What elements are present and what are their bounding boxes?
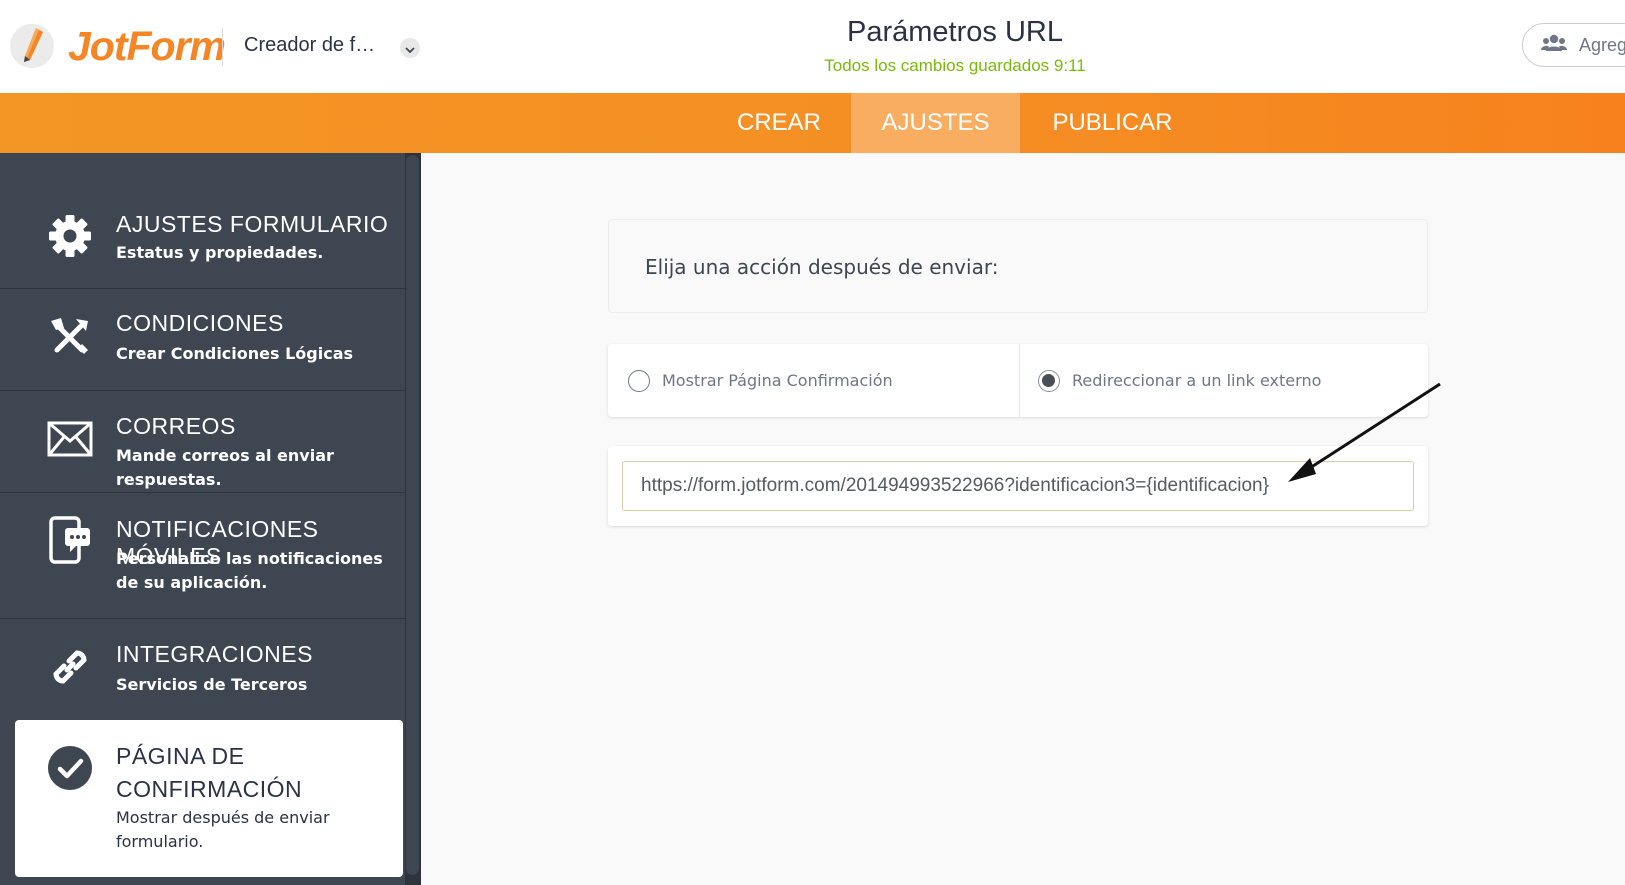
tab-publicar[interactable]: PUBLICAR	[1040, 93, 1185, 153]
sidebar-scrollbar-thumb[interactable]	[406, 155, 419, 875]
add-collaborator-button[interactable]: Agreg	[1522, 23, 1625, 67]
sidebar-item-desc: Servicios de Terceros	[116, 675, 308, 694]
envelope-icon	[47, 416, 93, 462]
sidebar-item-title: PÁGINA DE CONFIRMACIÓN	[116, 743, 303, 802]
mobile-chat-icon	[47, 516, 93, 564]
page-title[interactable]: Parámetros URL	[0, 16, 1625, 49]
option-show-confirmation[interactable]: Mostrar Página Confirmación	[628, 344, 893, 417]
annotation-arrow-icon	[1288, 382, 1441, 482]
sidebar-item-emails[interactable]: CORREOS Mande correos al enviar respuest…	[0, 391, 405, 493]
sidebar-item-confirmation-page[interactable]: PÁGINA DE CONFIRMACIÓN Mostrar después d…	[15, 720, 403, 877]
sidebar-item-integrations[interactable]: INTEGRACIONES Servicios de Terceros	[0, 619, 405, 719]
radio-checked[interactable]	[1038, 369, 1060, 392]
sidebar-item-title: CORREOS	[116, 413, 236, 439]
radio-unchecked[interactable]	[628, 369, 650, 392]
sidebar-item-title: AJUSTES FORMULARIO	[116, 211, 389, 237]
sidebar-item-desc: Crear Condiciones Lógicas	[116, 344, 354, 363]
app-header: JotForm Creador de f… Parámetros URL Tod…	[0, 0, 1625, 94]
check-circle-icon	[47, 745, 93, 791]
settings-sidebar: AJUSTES FORMULARIO Estatus y propiedades…	[0, 153, 421, 885]
sidebar-item-mobile-notifications[interactable]: NOTIFICACIONES MÓVILES Personalice las n…	[0, 493, 405, 619]
sidebar-item-title: CONDICIONES	[116, 310, 284, 336]
sidebar-item-desc: Mande correos al enviar respuestas.	[116, 446, 334, 489]
tab-ajustes[interactable]: AJUSTES	[851, 93, 1020, 153]
users-icon	[1541, 34, 1567, 56]
sidebar-item-conditions[interactable]: CONDICIONES Crear Condiciones Lógicas	[0, 289, 405, 391]
sidebar-item-title: INTEGRACIONES	[116, 641, 313, 667]
tab-crear[interactable]: CREAR	[719, 93, 839, 153]
option-label: Mostrar Página Confirmación	[662, 371, 893, 390]
action-heading-card: Elija una acción después de enviar:	[608, 219, 1428, 313]
save-status: Todos los cambios guardados 9:11	[824, 56, 1086, 75]
action-heading: Elija una acción después de enviar:	[645, 255, 999, 279]
sidebar-item-desc: Mostrar después de enviar formulario.	[116, 808, 330, 851]
gear-icon	[47, 213, 93, 259]
sidebar-item-desc: Estatus y propiedades.	[116, 243, 324, 262]
link-icon	[47, 644, 93, 690]
tools-icon	[47, 314, 93, 360]
option-redirect-external[interactable]: Redireccionar a un link externo	[1038, 344, 1321, 417]
sidebar-item-form-settings[interactable]: AJUSTES FORMULARIO Estatus y propiedades…	[0, 192, 405, 289]
main-tabs: CREAR AJUSTES PUBLICAR	[0, 93, 1625, 153]
add-collaborator-label: Agreg	[1579, 34, 1625, 55]
sidebar-item-desc: Personalice las notificaciones de su apl…	[116, 549, 383, 592]
options-divider	[1019, 344, 1020, 417]
